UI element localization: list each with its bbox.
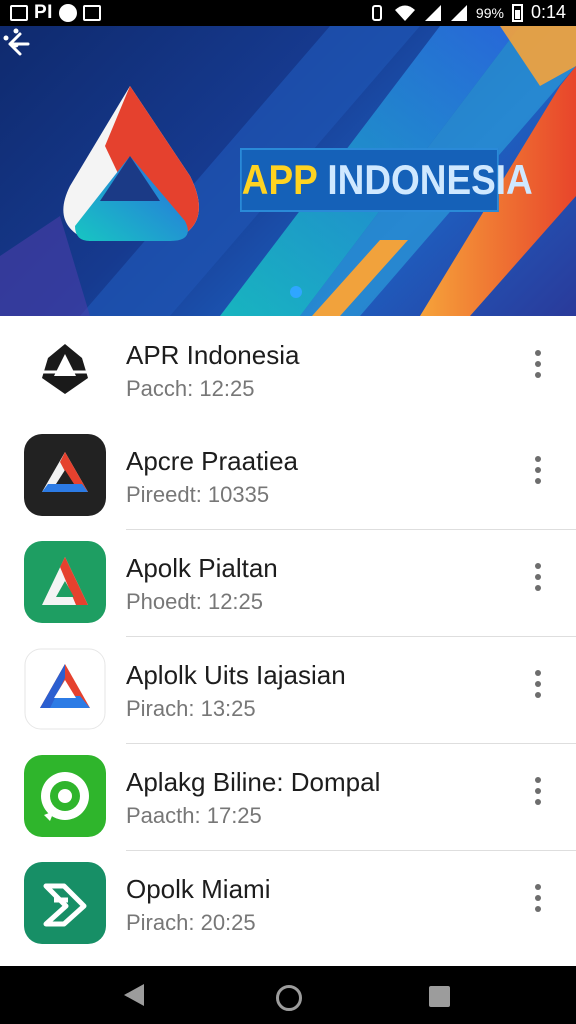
teal-arrow-app-icon <box>24 862 106 944</box>
apr-logo-icon <box>42 344 88 394</box>
share-icon[interactable] <box>0 26 24 50</box>
app-meta: Pirach: 13:25 <box>126 696 256 721</box>
music-notification-icon <box>82 5 101 21</box>
app-meta: Pacch: 12:25 <box>126 376 255 401</box>
more-vert-icon[interactable] <box>526 563 550 599</box>
nav-recents-icon[interactable] <box>429 986 450 1007</box>
black-triangle-app-icon <box>24 434 106 516</box>
app-meta: Phoedt: 12:25 <box>126 589 264 614</box>
status-bar-right: 99% 0:14 <box>368 2 566 23</box>
banner-title: APP INDONESIA <box>240 148 533 212</box>
more-vert-icon[interactable] <box>526 350 550 386</box>
more-vert-icon[interactable] <box>526 777 550 813</box>
more-vert-icon[interactable] <box>526 456 550 492</box>
status-bar: PI 99% 0:14 <box>0 0 576 26</box>
app-meta: Pirach: 20:25 <box>126 910 256 935</box>
app-name: Opolk Miami <box>126 874 271 904</box>
white-triangle-app-icon <box>24 648 106 730</box>
app-name: Aplakg Biline: Dompal <box>126 767 381 797</box>
green-triangle-app-icon <box>24 541 106 623</box>
app-list-item[interactable]: Aplakg Biline: Dompal Paacth: 17:25 <box>0 743 576 849</box>
notification-circle-icon <box>58 4 77 22</box>
battery-icon <box>511 3 523 22</box>
app-name: Apcre Praatiea <box>126 446 298 476</box>
app-meta: Paacth: 17:25 <box>126 803 262 828</box>
app-list-item[interactable]: APR Indonesia Pacch: 12:25 <box>0 316 576 422</box>
banner-title-rest: INDONESIA <box>327 156 533 203</box>
vibrate-icon <box>371 4 382 21</box>
app-meta: Pireedt: 10335 <box>126 482 270 507</box>
app-name: Apolk Pialtan <box>126 553 278 583</box>
app-name: Aplolk Uits Iajasian <box>126 660 346 690</box>
app-list-item[interactable]: Apolk Pialtan Phoedt: 12:25 <box>0 529 576 635</box>
notification-icon <box>10 5 28 21</box>
clock: 0:14 <box>530 2 566 22</box>
system-nav-bar <box>0 966 576 1024</box>
more-vert-icon[interactable] <box>526 884 550 920</box>
nav-back-icon[interactable] <box>124 984 144 1006</box>
status-bar-text: PI <box>34 2 53 23</box>
banner-title-highlight: APP <box>241 156 318 203</box>
status-bar-left: PI <box>10 2 101 24</box>
more-vert-icon[interactable] <box>526 670 550 706</box>
wifi-icon <box>394 5 415 21</box>
battery-percent: 99% <box>475 4 504 21</box>
app-list-item[interactable]: Opolk Miami Pirach: 20:25 <box>0 850 576 956</box>
app-name: APR Indonesia <box>126 340 300 370</box>
signal-2-icon <box>450 4 467 21</box>
nav-home-icon[interactable] <box>276 985 302 1011</box>
hero-banner: APP INDONESIA <box>0 26 576 316</box>
green-eye-app-icon <box>24 755 106 837</box>
app-list-item[interactable]: Apcre Praatiea Pireedt: 10335 <box>0 422 576 528</box>
app-list-item[interactable]: Aplolk Uits Iajasian Pirach: 13:25 <box>0 636 576 742</box>
signal-icon <box>424 4 441 21</box>
